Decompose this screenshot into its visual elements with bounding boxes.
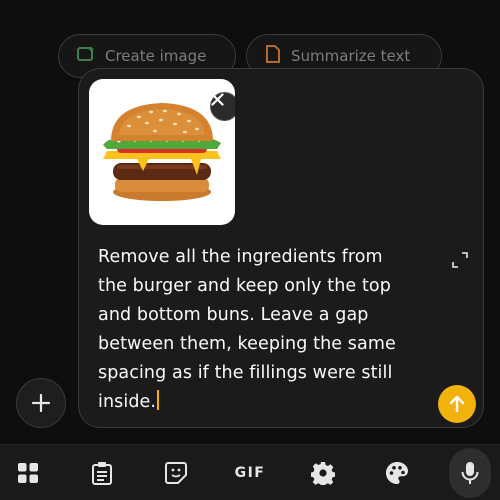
gif-label: GIF: [234, 465, 266, 481]
prompt-composer: Remove all the ingredients from the burg…: [78, 68, 484, 428]
text-caret: [157, 390, 160, 410]
voice-input-button[interactable]: [449, 448, 491, 498]
prompt-text: Remove all the ingredients from the burg…: [98, 247, 396, 412]
add-button[interactable]: [16, 378, 66, 428]
mic-icon: [461, 462, 479, 484]
remove-attachment-button[interactable]: [210, 92, 235, 121]
send-button[interactable]: [438, 385, 476, 423]
expand-icon: [452, 252, 468, 268]
attached-image-thumbnail[interactable]: [89, 79, 235, 225]
gif-button[interactable]: GIF: [233, 457, 267, 489]
close-icon: [211, 93, 224, 106]
expand-button[interactable]: [449, 249, 471, 271]
clipboard-icon: [92, 462, 112, 485]
gear-icon: [311, 462, 335, 485]
grid-icon: [18, 463, 38, 483]
chip-label: Summarize text: [291, 47, 411, 65]
keyboard-toolbar: GIF: [0, 444, 500, 500]
stickers-button[interactable]: [160, 457, 192, 489]
themes-button[interactable]: [381, 457, 413, 489]
image-spark-icon: [77, 45, 95, 67]
settings-button[interactable]: [307, 457, 339, 489]
arrow-up-icon: [449, 395, 465, 413]
sticker-icon: [165, 462, 187, 484]
clipboard-button[interactable]: [86, 457, 118, 489]
prompt-input[interactable]: Remove all the ingredients from the burg…: [98, 243, 408, 417]
document-icon: [265, 45, 281, 67]
apps-button[interactable]: [12, 457, 44, 489]
plus-icon: [31, 393, 51, 413]
chip-label: Create image: [105, 47, 207, 65]
palette-icon: [386, 462, 408, 484]
